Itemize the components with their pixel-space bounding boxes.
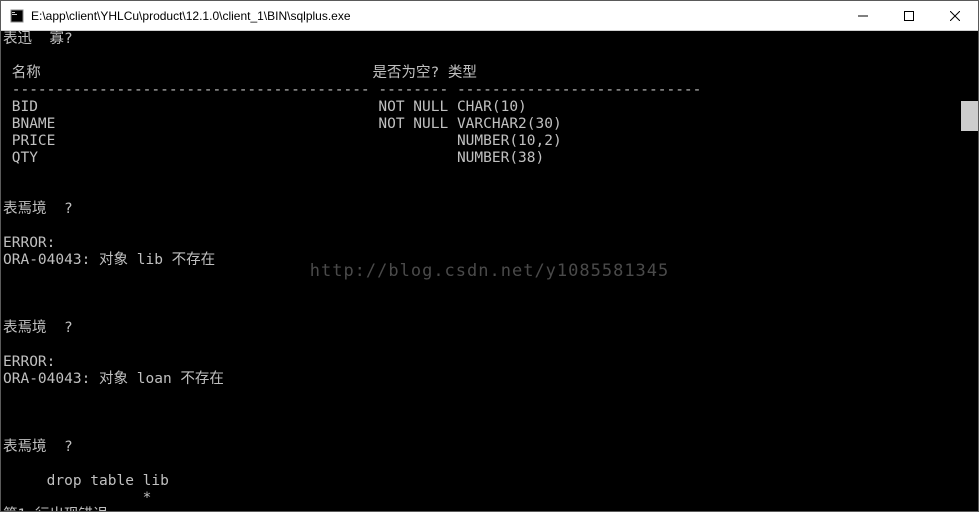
- console-area[interactable]: 表迅 寡? 名称 是否为空? 类型 ----------------------…: [1, 31, 978, 511]
- app-icon: [9, 8, 25, 24]
- window-title: E:\app\client\YHLCu\product\12.1.0\clien…: [31, 9, 840, 23]
- close-button[interactable]: [932, 1, 978, 30]
- console-output: 表迅 寡? 名称 是否为空? 类型 ----------------------…: [1, 31, 978, 511]
- maximize-button[interactable]: [886, 1, 932, 30]
- app-window: E:\app\client\YHLCu\product\12.1.0\clien…: [0, 0, 979, 512]
- vertical-scrollbar[interactable]: [961, 31, 978, 511]
- titlebar[interactable]: E:\app\client\YHLCu\product\12.1.0\clien…: [1, 1, 978, 31]
- scroll-thumb[interactable]: [961, 101, 978, 131]
- window-controls: [840, 1, 978, 30]
- minimize-button[interactable]: [840, 1, 886, 30]
